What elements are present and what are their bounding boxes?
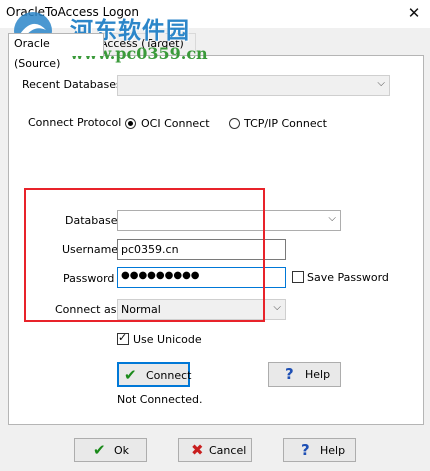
connect-as-select[interactable]: Normal ⌵ [117, 299, 286, 320]
chevron-down-icon: ⌵ [273, 302, 281, 313]
save-password-label[interactable]: Save Password [307, 271, 389, 284]
x-icon: ✖ [191, 441, 204, 459]
connect-button-label: Connect [146, 369, 192, 382]
ok-button[interactable]: ✔ Ok [74, 438, 147, 462]
cancel-button-label: Cancel [209, 444, 247, 457]
chevron-down-icon: ⌵ [377, 78, 385, 89]
username-field[interactable]: pc0359.cn [117, 239, 286, 260]
connection-status: Not Connected. [117, 393, 203, 406]
question-icon: ? [285, 365, 294, 383]
tab-oracle-source[interactable]: Oracle (Source) [8, 33, 104, 70]
username-label: Username [62, 243, 119, 256]
checkmark-icon: ✓ [118, 331, 128, 344]
ok-button-label: Ok [114, 444, 130, 457]
database-label: Database [65, 214, 118, 227]
help-button[interactable]: ? Help [268, 362, 341, 387]
tcpip-connect-radio[interactable] [229, 118, 240, 129]
question-icon: ? [301, 441, 310, 459]
use-unicode-label[interactable]: Use Unicode [133, 333, 202, 346]
connect-protocol-label: Connect Protocol [28, 116, 122, 129]
close-icon: ✕ [407, 4, 421, 22]
recent-databases-label: Recent Databases [22, 78, 122, 91]
save-password-checkbox[interactable] [292, 271, 304, 283]
footer-help-button-label: Help [320, 444, 346, 457]
password-label: Password [63, 272, 115, 285]
close-button[interactable]: ✕ [400, 2, 428, 24]
check-icon: ✔ [93, 441, 106, 459]
password-field[interactable]: ●●●●●●●●● [117, 267, 286, 288]
connect-button[interactable]: ✔ Connect [117, 362, 192, 387]
oci-connect-label[interactable]: OCI Connect [141, 117, 210, 130]
cancel-button[interactable]: ✖ Cancel [178, 438, 252, 462]
check-icon: ✔ [124, 366, 137, 384]
connect-as-label: Connect as [55, 303, 117, 316]
help-button-label: Help [305, 368, 331, 381]
footer-help-button[interactable]: ? Help [283, 438, 356, 462]
connect-as-value: Normal [121, 303, 161, 316]
chevron-down-icon: ⌵ [328, 213, 336, 224]
database-select[interactable]: ⌵ [117, 210, 341, 231]
recent-databases-select[interactable]: ⌵ [117, 75, 390, 96]
username-value: pc0359.cn [121, 243, 179, 256]
tcpip-connect-label[interactable]: TCP/IP Connect [244, 117, 327, 130]
password-value: ●●●●●●●●● [121, 270, 200, 281]
use-unicode-checkbox[interactable]: ✓ [117, 331, 129, 345]
oci-connect-radio[interactable] [125, 118, 136, 129]
